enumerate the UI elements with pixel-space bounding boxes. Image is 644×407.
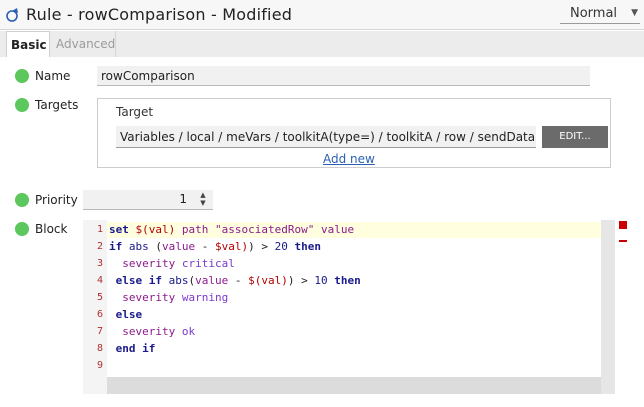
- target-column-header: Target: [116, 105, 154, 119]
- status-dot-icon: [15, 69, 29, 83]
- mode-select-value: Normal: [570, 6, 618, 21]
- code-line: set $(val) path "associatedRow" value: [109, 223, 355, 236]
- line-number: 6: [96, 309, 103, 320]
- line-number: 9: [96, 360, 103, 371]
- line-number-gutter: 1 2 3 4 5 6 7 8 9: [83, 220, 107, 377]
- name-label: Name: [35, 69, 71, 83]
- line-number: 8: [96, 343, 103, 354]
- line-number: 7: [96, 326, 103, 337]
- code-line: severity ok: [122, 325, 196, 338]
- tab-bar: Basic Advanced: [0, 31, 644, 57]
- vertical-scrollbar[interactable]: [601, 220, 615, 394]
- status-dot-icon: [15, 98, 29, 112]
- line-number: 3: [96, 258, 103, 269]
- rule-icon: [6, 8, 18, 22]
- priority-stepper[interactable]: 1 ▲ ▼: [83, 190, 213, 210]
- priority-label: Priority: [35, 193, 78, 207]
- code-text-area[interactable]: set $(val) path "associatedRow" value if…: [107, 220, 601, 377]
- error-line-marker-icon[interactable]: [619, 240, 627, 242]
- code-line: else if abs(value - $(val)) > 10 then: [115, 274, 361, 287]
- code-line: severity warning: [122, 291, 229, 304]
- target-path-field[interactable]: Variables / local / meVars / toolkitA(ty…: [116, 126, 536, 148]
- targets-panel: Target Variables / local / meVars / tool…: [97, 98, 611, 168]
- line-number: 5: [96, 292, 103, 303]
- name-input[interactable]: rowComparison: [97, 66, 590, 86]
- add-new-target-link[interactable]: Add new: [323, 152, 375, 166]
- window-title: Rule - rowComparison - Modified: [26, 5, 293, 24]
- spinner-arrows-icon[interactable]: ▲ ▼: [198, 191, 208, 207]
- tab-advanced[interactable]: Advanced: [52, 31, 116, 57]
- chevron-down-icon: ▼: [631, 8, 638, 18]
- edit-target-button[interactable]: EDIT...: [542, 126, 608, 148]
- code-line: else: [115, 308, 143, 321]
- line-number: 1: [96, 224, 103, 235]
- title-bar: Rule - rowComparison - Modified Normal ▼: [0, 0, 644, 30]
- code-line: if abs (value - $val)) > 20 then: [109, 240, 321, 253]
- line-number: 2: [96, 241, 103, 252]
- error-marker-icon[interactable]: [619, 221, 627, 229]
- status-dot-icon: [15, 222, 29, 236]
- code-line: end if: [115, 342, 156, 355]
- targets-label: Targets: [35, 98, 79, 112]
- status-dot-icon: [15, 193, 29, 207]
- code-editor[interactable]: 1 2 3 4 5 6 7 8 9 set $(val) path "assoc…: [83, 220, 615, 394]
- priority-value: 1: [179, 192, 187, 206]
- code-line: severity critical: [122, 257, 235, 270]
- horizontal-scrollbar[interactable]: [107, 377, 601, 394]
- line-number: 4: [96, 275, 103, 286]
- block-label: Block: [35, 222, 68, 236]
- tab-basic[interactable]: Basic: [6, 31, 50, 57]
- mode-select[interactable]: Normal ▼: [560, 6, 640, 24]
